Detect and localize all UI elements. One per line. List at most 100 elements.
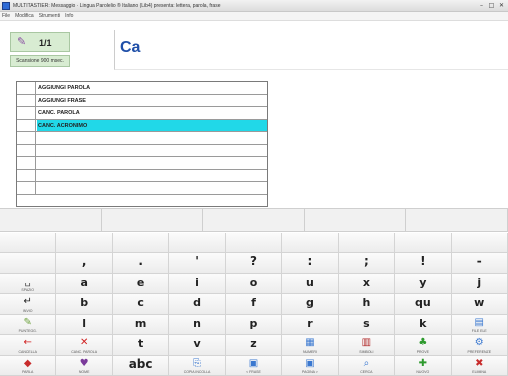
key-f[interactable]: f (225, 294, 283, 315)
prediction-row[interactable] (17, 132, 267, 145)
key-h[interactable]: h (338, 294, 396, 315)
key-t[interactable]: t (112, 335, 170, 356)
key-glyph: s (363, 316, 370, 330)
menu-info[interactable]: Info (65, 12, 73, 20)
key-sublabel: FILE ELE (471, 329, 487, 334)
key-s[interactable]: s (338, 314, 396, 336)
menu-tools[interactable]: Strumenti (39, 12, 60, 20)
key-n[interactable]: n (169, 314, 226, 336)
key-blank[interactable] (282, 233, 339, 254)
proofs-key[interactable]: ♣ PROVE (395, 335, 452, 356)
key-'[interactable]: ' (169, 253, 226, 274)
key-glyph: c (137, 296, 144, 310)
copy-paste-key[interactable]: ⎘ COPIA INCOLLA (169, 355, 226, 376)
key-sublabel: PAGINA > (302, 370, 318, 374)
key-blank[interactable] (169, 233, 226, 254)
numbers-key[interactable]: ▦ NUMERI (282, 335, 339, 356)
key-v[interactable]: v (169, 335, 226, 356)
key-w[interactable]: w (451, 294, 508, 315)
key-blank[interactable] (0, 233, 57, 254)
close-icon[interactable]: ✕ (497, 1, 506, 10)
key-blank[interactable] (451, 233, 508, 254)
row-gutter (17, 107, 36, 119)
delete-all-key[interactable]: ✖ ELIMINA (451, 355, 508, 376)
key-d[interactable]: d (169, 294, 226, 315)
prediction-row[interactable]: CANC. ACRONIMO (17, 119, 267, 132)
window-controls: – □ ✕ (477, 1, 506, 11)
key-blank[interactable] (56, 233, 113, 254)
key-r[interactable]: r (282, 314, 339, 336)
delete-key[interactable]: ← CANCELLA (0, 335, 57, 356)
key-j[interactable]: j (451, 273, 508, 295)
prediction-label: CANC. ACRONIMO (38, 122, 88, 129)
key-glyph: , (81, 254, 87, 269)
key-.[interactable]: . (112, 253, 170, 274)
key-l[interactable]: l (56, 314, 113, 336)
key-g[interactable]: g (282, 294, 339, 315)
key-c[interactable]: c (112, 294, 170, 315)
space-key[interactable]: ␣ SPAZIO (0, 273, 57, 295)
symbols-key[interactable]: ▥ SIMBOLI (338, 335, 396, 356)
search-icon: ⌕ (363, 357, 370, 369)
key-blank[interactable] (225, 233, 283, 254)
prediction-row[interactable]: CANC. PAROLA (17, 107, 267, 120)
prediction-row[interactable]: AGGIUNGI FRASE (17, 94, 267, 107)
prediction-row[interactable]: AGGIUNGI PAROLA (17, 82, 267, 95)
next-page-key[interactable]: ▣ PAGINA > (282, 355, 339, 376)
key-sublabel: NUOVO (416, 370, 430, 374)
prediction-row[interactable] (17, 169, 267, 182)
menu-file[interactable]: File (2, 12, 10, 20)
search-key[interactable]: ⌕ CERCA (338, 355, 396, 376)
prediction-row[interactable] (17, 182, 267, 195)
status-strip (0, 208, 508, 232)
maximize-icon[interactable]: □ (487, 1, 496, 10)
key-glyph: x (362, 275, 370, 289)
key-glyph: a (80, 275, 88, 289)
key-o[interactable]: o (225, 273, 283, 295)
new-key[interactable]: ✚ NUOVO (395, 355, 452, 376)
key-i[interactable]: i (169, 273, 226, 295)
menu-edit[interactable]: Modifica (15, 12, 34, 20)
key-k[interactable]: k (395, 314, 452, 336)
key-blank[interactable] (338, 233, 396, 254)
next-sentence-icon: ▣ (248, 357, 259, 369)
key-p[interactable]: p (225, 314, 283, 336)
row-gutter (17, 94, 36, 106)
row-gutter (17, 119, 36, 131)
key-e[interactable]: e (112, 273, 170, 295)
enter-key[interactable]: ↵ INVIO (0, 294, 57, 315)
key-a[interactable]: a (56, 273, 113, 295)
key-z[interactable]: z (225, 335, 283, 356)
key-blank[interactable] (112, 233, 170, 254)
prediction-row[interactable] (17, 144, 267, 157)
key-sublabel: COPIA INCOLLA (183, 370, 211, 374)
key-sublabel: ELIMINA (472, 370, 487, 374)
file-key[interactable]: ▤ FILE ELE (451, 314, 508, 336)
key-qu[interactable]: qu (395, 294, 452, 315)
key-b[interactable]: b (56, 294, 113, 315)
key-blank[interactable] (0, 253, 57, 274)
speak-key[interactable]: ◆ PARLA (0, 355, 57, 376)
text-editor[interactable]: Ca (114, 30, 508, 70)
key-abc[interactable]: abc (112, 355, 170, 376)
key-u[interactable]: u (282, 273, 339, 295)
minimize-icon[interactable]: – (477, 1, 486, 10)
key--[interactable]: - (451, 253, 508, 274)
key-m[interactable]: m (112, 314, 170, 336)
key-x[interactable]: x (338, 273, 396, 295)
key-:[interactable]: : (282, 253, 339, 274)
key-?[interactable]: ? (225, 253, 283, 274)
punctuation-icon: ✎ (23, 316, 32, 328)
key-blank[interactable] (395, 233, 452, 254)
strip-cell (102, 209, 204, 231)
preferences-key[interactable]: ⚙ PREFERENZE (451, 335, 508, 356)
prediction-row[interactable] (17, 157, 267, 170)
next-sentence-key[interactable]: ▣ < FRASE (225, 355, 283, 376)
name-key[interactable]: ♥ NOME (56, 355, 113, 376)
key-y[interactable]: y (395, 273, 452, 295)
punctuation-key[interactable]: ✎ PUNTEGG. (0, 314, 57, 336)
key-,[interactable]: , (56, 253, 113, 274)
delete-word-key[interactable]: ✕ CANC. PAROLA (56, 335, 113, 356)
key-![interactable]: ! (395, 253, 452, 274)
key-;[interactable]: ; (338, 253, 396, 274)
